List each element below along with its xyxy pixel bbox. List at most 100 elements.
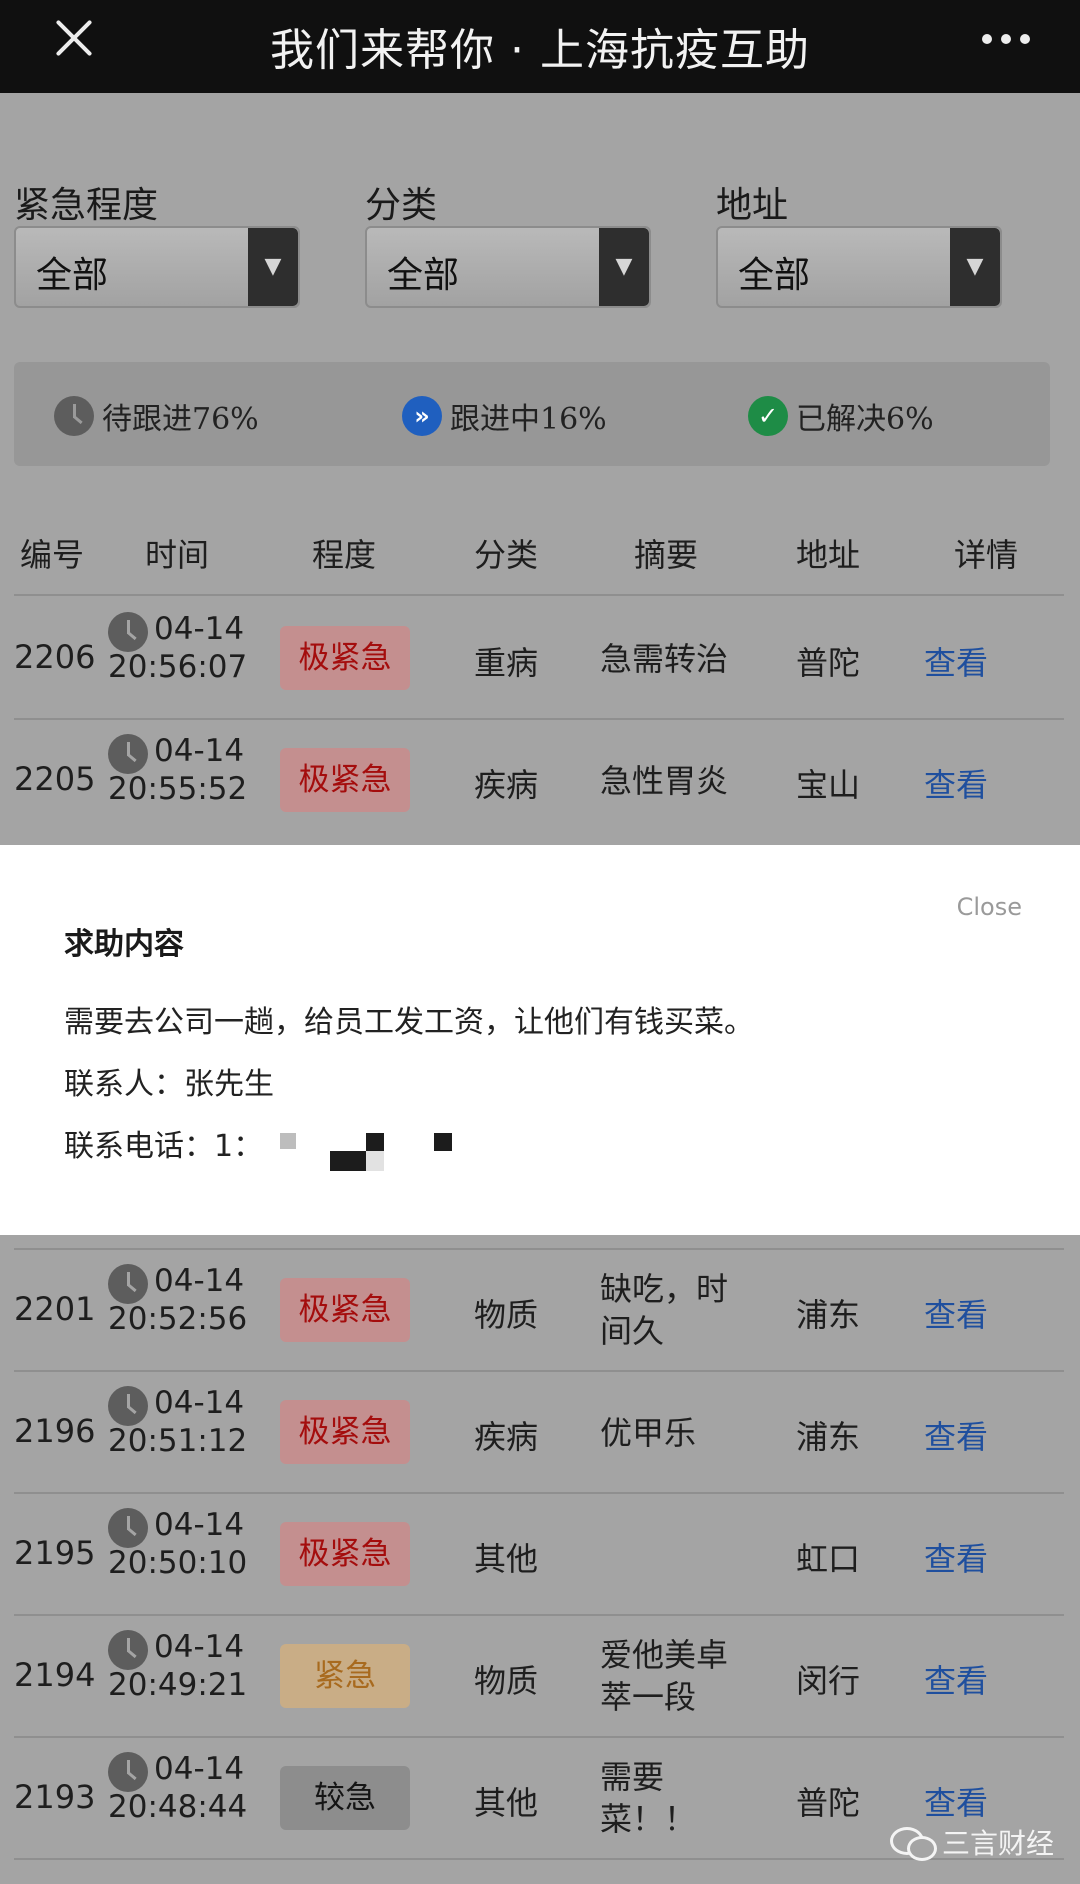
level-badge: 紧急 [280,1644,410,1708]
row-id: 2195 [14,1534,96,1572]
row-address: 宝山 [796,766,861,804]
view-details-link[interactable]: 查看 [924,638,988,684]
view-details-link[interactable]: 查看 [924,1778,988,1824]
urgency-select[interactable]: 全部 ▼ [14,226,300,308]
clock-icon [108,1386,148,1426]
row-summary: 缺吃，时间久 [600,1270,729,1350]
table-row: 2195 04-14 20:50:10 极紧急 其他 虹口 查看 [0,1494,1080,1614]
row-clock-time: 20:52:56 [108,1301,248,1337]
view-details-link[interactable]: 查看 [924,1412,988,1458]
table-row: 2205 04-14 20:55:52 极紧急 疾病 急性胃炎 宝山 查看 [0,720,1080,840]
level-badge: 极紧急 [280,1400,410,1464]
status-in-progress-label: 跟进中16% [450,402,607,437]
modal-content-text: 需要去公司一趟，给员工发工资，让他们有钱买菜。 [64,1005,754,1040]
redaction-block [280,1133,296,1149]
row-address: 虹口 [796,1540,861,1578]
row-time: 04-14 20:48:44 [108,1750,258,1826]
status-resolved[interactable]: ✓ 已解决6% [748,394,934,438]
table-row: 2194 04-14 20:49:21 紧急 物质 爱他美卓萃一段 闵行 查看 [0,1616,1080,1736]
row-time: 04-14 20:52:56 [108,1262,258,1338]
column-header-summary: 摘要 [634,536,699,574]
status-in-progress[interactable]: » 跟进中16% [402,394,607,438]
filter-label-category: 分类 [365,185,438,226]
category-select[interactable]: 全部 ▼ [365,226,651,308]
forward-icon: » [402,396,442,436]
view-details-link[interactable]: 查看 [924,760,988,806]
column-header-address: 地址 [796,536,861,574]
row-summary: 急需转治 [600,640,729,678]
row-category: 物质 [474,1296,539,1334]
row-time: 04-14 20:51:12 [108,1384,258,1460]
column-header-level: 程度 [312,536,377,574]
row-summary: 需要菜！！ [600,1758,697,1838]
row-id: 2193 [14,1778,96,1816]
dropdown-arrow-icon[interactable]: ▼ [950,228,1000,306]
view-details-link[interactable]: 查看 [924,1290,988,1336]
clock-icon [108,1264,148,1304]
clock-icon [108,1630,148,1670]
row-category: 其他 [474,1784,539,1822]
address-select[interactable]: 全部 ▼ [716,226,1002,308]
dropdown-arrow-icon[interactable]: ▼ [248,228,298,306]
table-row: 2201 04-14 20:52:56 极紧急 物质 缺吃，时间久 浦东 查看 [0,1250,1080,1370]
row-summary: 急性胃炎 [600,762,729,800]
urgency-select-value: 全部 [36,255,109,296]
row-clock-time: 20:48:44 [108,1789,248,1825]
row-category: 其他 [474,1540,539,1578]
level-badge: 较急 [280,1766,410,1830]
row-id: 2196 [14,1412,96,1450]
clock-icon [108,1752,148,1792]
page-title: 我们来帮你 · 上海抗疫互助 [270,25,810,76]
view-details-link[interactable]: 查看 [924,1534,988,1580]
filter-label-address: 地址 [716,185,789,226]
view-details-link[interactable]: 查看 [924,1656,988,1702]
redaction-block [434,1133,452,1151]
column-header-id: 编号 [20,536,85,574]
dropdown-arrow-icon[interactable]: ▼ [599,228,649,306]
column-header-details: 详情 [954,536,1019,574]
row-category: 疾病 [474,766,539,804]
row-id: 2206 [14,638,96,676]
clock-icon [108,734,148,774]
level-badge: 极紧急 [280,1278,410,1342]
status-pending-label: 待跟进76% [102,402,259,437]
modal-close-button[interactable]: Close [957,893,1022,921]
watermark-text: 三言财经 [942,1827,1055,1860]
clock-icon [108,612,148,652]
status-resolved-label: 已解决6% [796,402,934,437]
modal-contact-text: 联系人：张先生 [64,1067,274,1102]
divider [14,594,1064,596]
row-clock-time: 20:56:07 [108,649,248,685]
row-time: 04-14 20:56:07 [108,610,258,686]
check-icon: ✓ [748,396,788,436]
row-category: 疾病 [474,1418,539,1456]
row-category: 物质 [474,1662,539,1700]
row-summary: 爱他美卓萃一段 [600,1636,729,1716]
status-pending[interactable]: 待跟进76% [54,394,259,438]
category-select-value: 全部 [387,255,460,296]
modal-title: 求助内容 [64,927,184,962]
row-time: 04-14 20:49:21 [108,1628,258,1704]
column-header-time: 时间 [145,536,210,574]
level-badge: 极紧急 [280,748,410,812]
row-address: 浦东 [796,1418,861,1456]
row-id: 2201 [14,1290,96,1328]
column-header-category: 分类 [474,536,539,574]
redaction-block [330,1151,366,1171]
row-clock-time: 20:50:10 [108,1545,248,1581]
filter-label-urgency: 紧急程度 [14,185,159,226]
row-address: 浦东 [796,1296,861,1334]
top-nav-bar: 我们来帮你 · 上海抗疫互助 [0,0,1080,93]
row-category: 重病 [474,644,539,682]
more-options-icon[interactable] [982,34,1030,44]
address-select-value: 全部 [738,255,811,296]
row-summary: 优甲乐 [600,1414,697,1452]
row-id: 2194 [14,1656,96,1694]
row-time: 04-14 20:50:10 [108,1506,258,1582]
clock-icon [108,1508,148,1548]
row-address: 闵行 [796,1662,861,1700]
close-icon[interactable] [50,14,98,62]
table-row: 2206 04-14 20:56:07 极紧急 重病 急需转治 普陀 查看 [0,598,1080,718]
row-address: 普陀 [796,644,861,682]
redaction-block [366,1151,384,1171]
